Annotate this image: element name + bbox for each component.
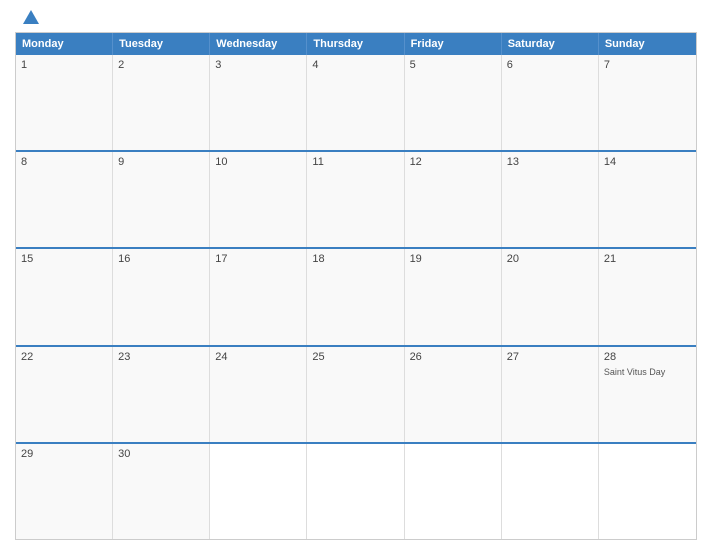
cal-cell: 17 xyxy=(210,249,307,344)
cal-cell xyxy=(307,444,404,539)
cal-cell: 19 xyxy=(405,249,502,344)
week-row-4: 22 23 24 25 26 27 28 Saint Vitus Day xyxy=(16,345,696,442)
day-number: 24 xyxy=(215,351,301,363)
cal-cell xyxy=(599,444,696,539)
cal-cell xyxy=(502,444,599,539)
day-number: 5 xyxy=(410,59,496,71)
day-number: 23 xyxy=(118,351,204,363)
day-number: 28 xyxy=(604,351,691,363)
cal-cell: 20 xyxy=(502,249,599,344)
cal-cell: 12 xyxy=(405,152,502,247)
day-number: 2 xyxy=(118,59,204,71)
day-number: 16 xyxy=(118,253,204,265)
day-number: 20 xyxy=(507,253,593,265)
day-number: 14 xyxy=(604,156,691,168)
day-number: 29 xyxy=(21,448,107,460)
day-number: 17 xyxy=(215,253,301,265)
cal-cell: 10 xyxy=(210,152,307,247)
cal-cell: 18 xyxy=(307,249,404,344)
cal-cell: 7 xyxy=(599,55,696,150)
calendar-header: MondayTuesdayWednesdayThursdayFridaySatu… xyxy=(16,33,696,55)
cal-cell: 9 xyxy=(113,152,210,247)
cal-cell: 23 xyxy=(113,347,210,442)
day-number: 21 xyxy=(604,253,691,265)
cal-cell: 3 xyxy=(210,55,307,150)
cal-cell: 29 xyxy=(16,444,113,539)
cal-cell: 11 xyxy=(307,152,404,247)
day-number: 19 xyxy=(410,253,496,265)
day-number: 9 xyxy=(118,156,204,168)
day-number: 13 xyxy=(507,156,593,168)
cal-cell: 6 xyxy=(502,55,599,150)
header-day-wednesday: Wednesday xyxy=(210,33,307,55)
week-row-1: 1234567 xyxy=(16,55,696,150)
week-row-5: 29 30 xyxy=(16,442,696,539)
event-label: Saint Vitus Day xyxy=(604,367,691,379)
cal-cell: 13 xyxy=(502,152,599,247)
cal-cell: 22 xyxy=(16,347,113,442)
day-number: 11 xyxy=(312,156,398,168)
day-number: 7 xyxy=(604,59,691,71)
day-number: 15 xyxy=(21,253,107,265)
header-day-monday: Monday xyxy=(16,33,113,55)
cal-cell: 27 xyxy=(502,347,599,442)
day-number: 25 xyxy=(312,351,398,363)
header-day-tuesday: Tuesday xyxy=(113,33,210,55)
header-day-saturday: Saturday xyxy=(502,33,599,55)
cal-cell: 26 xyxy=(405,347,502,442)
day-number: 6 xyxy=(507,59,593,71)
week-row-3: 15 16 17 18 19 20 21 xyxy=(16,247,696,344)
logo xyxy=(20,10,39,26)
cal-cell: 14 xyxy=(599,152,696,247)
cal-cell xyxy=(210,444,307,539)
day-number: 26 xyxy=(410,351,496,363)
header-day-thursday: Thursday xyxy=(307,33,404,55)
cal-cell: 25 xyxy=(307,347,404,442)
cal-cell: 16 xyxy=(113,249,210,344)
day-number: 4 xyxy=(312,59,398,71)
header xyxy=(15,10,697,26)
cal-cell: 5 xyxy=(405,55,502,150)
day-number: 27 xyxy=(507,351,593,363)
header-day-friday: Friday xyxy=(405,33,502,55)
cal-cell xyxy=(405,444,502,539)
cal-cell: 30 xyxy=(113,444,210,539)
day-number: 12 xyxy=(410,156,496,168)
day-number: 10 xyxy=(215,156,301,168)
logo-triangle-icon xyxy=(23,10,39,24)
cal-cell: 4 xyxy=(307,55,404,150)
week-row-2: 89 10 11 12 13 14 xyxy=(16,150,696,247)
cal-cell: 2 xyxy=(113,55,210,150)
day-number: 22 xyxy=(21,351,107,363)
calendar: MondayTuesdayWednesdayThursdayFridaySatu… xyxy=(15,32,697,540)
cal-cell: 1 xyxy=(16,55,113,150)
calendar-body: 1234567891011121314151617181920212223242… xyxy=(16,55,696,539)
day-number: 3 xyxy=(215,59,301,71)
day-number: 1 xyxy=(21,59,107,71)
cal-cell: 24 xyxy=(210,347,307,442)
header-day-sunday: Sunday xyxy=(599,33,696,55)
cal-cell: 8 xyxy=(16,152,113,247)
day-number: 30 xyxy=(118,448,204,460)
day-number: 18 xyxy=(312,253,398,265)
day-number: 8 xyxy=(21,156,107,168)
page: MondayTuesdayWednesdayThursdayFridaySatu… xyxy=(0,0,712,550)
cal-cell: 15 xyxy=(16,249,113,344)
cal-cell: 28 Saint Vitus Day xyxy=(599,347,696,442)
cal-cell: 21 xyxy=(599,249,696,344)
